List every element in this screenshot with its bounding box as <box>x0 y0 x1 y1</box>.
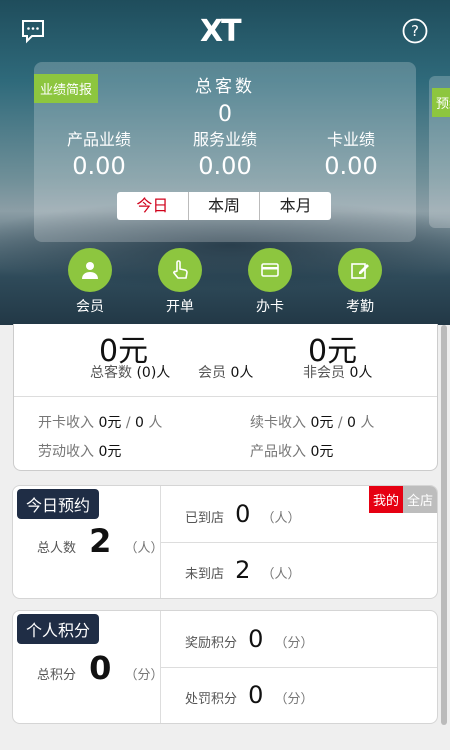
appointments-total: 总人数 2 （人） <box>37 522 164 560</box>
tap-icon <box>158 248 202 292</box>
toggle-all[interactable]: 全店 <box>402 486 437 513</box>
product-performance: 产品业绩 0.00 <box>66 130 131 180</box>
member-count: 会员 0人 <box>198 365 254 381</box>
total-guests-label: 总客数 <box>195 77 255 97</box>
nonmember-count: 非会员 0人 <box>303 365 373 381</box>
reward-points: 奖励积分 0 （分） <box>185 625 314 653</box>
arrived-count: 已到店 0 （人） <box>185 500 301 528</box>
tab-week[interactable]: 本周 <box>189 192 261 220</box>
open-card-income: 开卡收入 0元 / 0 人 <box>38 415 163 431</box>
penalty-points: 处罚积分 0 （分） <box>185 681 314 709</box>
guest-count: 总客数 (0)人 <box>90 365 171 381</box>
divider <box>14 396 437 397</box>
renew-card-income: 续卡收入 0元 / 0 人 <box>250 415 375 431</box>
product-income: 产品收入 0元 <box>250 444 334 460</box>
card-button[interactable]: 办卡 <box>240 248 300 316</box>
order-button[interactable]: 开单 <box>150 248 210 316</box>
scope-toggle: 我的 全店 <box>368 486 437 513</box>
svg-text:?: ? <box>411 22 419 40</box>
divider <box>161 667 437 668</box>
not-arrived-count: 未到店 2 （人） <box>185 556 301 584</box>
toggle-mine[interactable]: 我的 <box>368 486 403 513</box>
total-guests-value: 0 <box>218 102 232 127</box>
scrollbar[interactable] <box>441 325 447 725</box>
member-button[interactable]: 会员 <box>60 248 120 316</box>
header-hero: XT ? 业绩简报 总客数 0 产品业绩 0.00 服务业绩 0.00 卡业绩 … <box>0 0 450 325</box>
help-icon[interactable]: ? <box>402 18 428 44</box>
points-total: 总积分 0 （分） <box>37 649 164 687</box>
divider <box>161 542 437 543</box>
card-performance: 卡业绩 0.00 <box>324 130 378 180</box>
points-tag: 个人积分 <box>17 614 100 644</box>
tab-today[interactable]: 今日 <box>117 192 189 220</box>
service-performance: 服务业绩 0.00 <box>192 130 257 180</box>
member-icon <box>68 248 112 292</box>
appointments-tag: 今日预约 <box>17 489 100 519</box>
edit-icon <box>338 248 382 292</box>
summary-card: 业绩简报 总客数 0 产品业绩 0.00 服务业绩 0.00 卡业绩 0.00 … <box>34 62 416 242</box>
attendance-button[interactable]: 考勤 <box>330 248 390 316</box>
points-panel: 个人积分 总积分 0 （分） 奖励积分 0 （分） 处罚积分 0 （分） <box>12 610 438 724</box>
next-card-tag: 预约 <box>432 88 450 117</box>
app-logo: XT <box>200 14 242 49</box>
chat-icon[interactable] <box>20 18 46 44</box>
tab-month[interactable]: 本月 <box>260 192 331 220</box>
period-selector: 今日 本周 本月 <box>117 192 331 220</box>
labor-income: 劳动收入 0元 <box>38 444 122 460</box>
appointments-panel: 今日预约 总人数 2 （人） 已到店 0 （人） 未到店 2 （人） 我的 全店 <box>12 485 438 599</box>
revenue-panel: 0元 0元 总客数 (0)人 会员 0人 非会员 0人 开卡收入 0元 / 0 … <box>13 324 438 471</box>
card-icon <box>248 248 292 292</box>
